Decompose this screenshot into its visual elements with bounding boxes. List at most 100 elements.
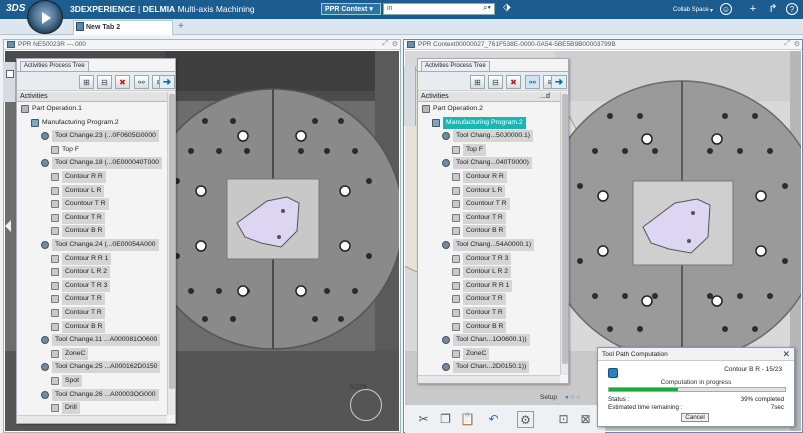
- share-icon[interactable]: ↱: [766, 2, 780, 16]
- user-avatar-icon[interactable]: ☺: [720, 3, 732, 15]
- tree-row[interactable]: Tool Change.25 ...A000162D0150: [17, 361, 167, 374]
- right-tree-column-header[interactable]: Activities: [418, 92, 528, 102]
- tree-row[interactable]: Contour R R 1: [418, 279, 560, 292]
- tree-row[interactable]: ZoneC: [418, 347, 560, 360]
- tree-row[interactable]: Manufacturing Program.2: [17, 117, 167, 129]
- right-panel-tab[interactable]: Activities Process Tree: [421, 61, 490, 71]
- tree-row[interactable]: Contour T R: [17, 211, 167, 224]
- undo-icon[interactable]: ↶: [485, 411, 502, 428]
- tag-icon[interactable]: ⬗: [503, 2, 515, 16]
- tree-row[interactable]: Countour T R: [17, 198, 167, 211]
- tree-row[interactable]: Part Operation.2: [418, 103, 560, 115]
- maximize-icon[interactable]: ⤢: [784, 40, 790, 48]
- tree-row[interactable]: Contour T R: [17, 307, 167, 319]
- tree-row[interactable]: Part Operation.1: [17, 103, 167, 115]
- tree-row[interactable]: Top F: [418, 143, 560, 156]
- tool-change-icon: [442, 336, 450, 345]
- tree-row[interactable]: Spot: [17, 375, 167, 387]
- right-tree-vscroll[interactable]: [560, 92, 568, 375]
- scroll-thumb[interactable]: [169, 94, 175, 389]
- filter-icon[interactable]: ⚯: [134, 75, 149, 89]
- tree-row[interactable]: Tool Chang...50J0000.1): [418, 130, 560, 143]
- search-icon[interactable]: ⌕▾: [483, 3, 495, 15]
- tree-row[interactable]: Tool Change.24 (...0E00054A000: [17, 239, 167, 251]
- tree-row[interactable]: Contour B R: [17, 320, 167, 333]
- tree-row[interactable]: Contour T R 3: [17, 279, 167, 292]
- tree-row[interactable]: Tool Change.26 ...A00003OG000: [17, 388, 167, 401]
- left-tree-hscroll[interactable]: [17, 415, 167, 423]
- tree-row[interactable]: Tool Change.23 (...0F0605G0000: [17, 130, 167, 143]
- tree-row[interactable]: Manufacturing Program.2: [418, 116, 560, 129]
- tree-row[interactable]: Tool Chang...040T0000): [418, 157, 560, 170]
- tree-row[interactable]: Tool Change.18 (...0E000040T000: [17, 157, 167, 170]
- tree-toggle-icon[interactable]: [6, 70, 14, 78]
- arrow-right-icon[interactable]: ➜: [159, 75, 175, 89]
- left-panel-tab[interactable]: Activities Process Tree: [20, 61, 89, 71]
- scroll-thumb[interactable]: [562, 94, 568, 364]
- help-icon[interactable]: ?: [786, 3, 798, 15]
- maximize-icon[interactable]: ⤢: [382, 40, 388, 48]
- tree-row[interactable]: Tool Chang...54A0000.1): [418, 239, 560, 251]
- tree-row[interactable]: Tool Chan...2D0150.1)): [418, 361, 560, 374]
- left-activity-tree[interactable]: Part Operation.1 Manufacturing Program.2 T…: [17, 103, 167, 415]
- tree-row[interactable]: Contour T R: [418, 293, 560, 306]
- tree-row[interactable]: Contour R R: [17, 171, 167, 183]
- add-icon[interactable]: +: [746, 2, 760, 16]
- tree-row[interactable]: Contour B R: [17, 225, 167, 238]
- tree-row[interactable]: Contour T R: [418, 211, 560, 224]
- insert-operation-icon[interactable]: ⊞: [79, 75, 94, 89]
- tree-row[interactable]: ZoneC: [17, 347, 167, 360]
- delete-icon[interactable]: ✖: [115, 75, 130, 89]
- copy-icon[interactable]: ❐: [437, 411, 454, 428]
- right-activity-tree[interactable]: Part Operation.2 Manufacturing Program.2 T…: [418, 103, 560, 375]
- tree-row[interactable]: Countour T R: [418, 198, 560, 211]
- paste-icon[interactable]: 📋: [459, 411, 476, 428]
- insert-operation-icon[interactable]: ⊞: [470, 75, 485, 89]
- tree-row[interactable]: Contour L R: [17, 184, 167, 197]
- right-tree-column-header-2[interactable]: ...d: [528, 92, 562, 102]
- tree-row[interactable]: Top F: [17, 144, 167, 156]
- simulate-icon[interactable]: ⊡: [555, 411, 572, 428]
- filter-icon[interactable]: ⚯: [525, 75, 540, 89]
- cancel-button[interactable]: Cancel: [681, 413, 709, 422]
- tree-row-label: Tool Change.26 ...A00003OG000: [52, 388, 159, 401]
- tree-row[interactable]: Contour T R 3: [418, 252, 560, 265]
- tree-row[interactable]: Tool Change.11 ...A000081O0600: [17, 334, 167, 347]
- tree-row[interactable]: Contour T R: [17, 293, 167, 306]
- tree-row[interactable]: Contour B R: [418, 320, 560, 333]
- pager-dots-icon[interactable]: ● ○ ○: [565, 394, 580, 401]
- analysis-icon[interactable]: ⊠: [577, 411, 594, 428]
- context-dropdown[interactable]: PPR Context ▾: [321, 3, 381, 15]
- tree-row[interactable]: Contour B R: [418, 225, 560, 238]
- collab-space-selector[interactable]: Collab Space: [673, 7, 709, 13]
- cut-icon[interactable]: ✂: [415, 411, 432, 428]
- settings-icon[interactable]: ⚙: [794, 40, 800, 48]
- add-tab-icon[interactable]: +: [178, 21, 188, 33]
- ds-logo-icon[interactable]: 3DS: [6, 3, 25, 16]
- close-icon[interactable]: ✕: [782, 349, 790, 360]
- tree-row[interactable]: Contour R R 1: [17, 252, 167, 265]
- insert-tool-icon[interactable]: ⊟: [488, 75, 503, 89]
- setup-section-tab[interactable]: Setup ● ○ ○: [540, 394, 600, 404]
- delete-icon[interactable]: ✖: [506, 75, 521, 89]
- search-input[interactable]: in: [383, 3, 495, 15]
- chevron-down-icon[interactable]: ▾: [710, 7, 713, 14]
- right-tree-hscroll[interactable]: [418, 375, 560, 383]
- settings-icon[interactable]: ⚙: [392, 40, 398, 48]
- left-tree-vscroll[interactable]: [167, 92, 175, 415]
- tree-row[interactable]: Tool Chan...1O0600.1)): [418, 334, 560, 347]
- compute-toolpath-icon[interactable]: ⚙: [517, 411, 534, 428]
- tree-row[interactable]: Contour T R: [418, 307, 560, 319]
- arrow-right-icon[interactable]: ➜: [551, 75, 567, 89]
- status-label: Status :: [608, 396, 630, 403]
- tree-row[interactable]: Contour R R: [418, 171, 560, 183]
- tree-row[interactable]: Contour L R 2: [418, 266, 560, 279]
- view-orientation-compass[interactable]: [350, 389, 382, 421]
- compass-icon[interactable]: [27, 0, 63, 34]
- tab-new-tab-2[interactable]: New Tab 2: [73, 20, 173, 35]
- left-tree-column-header[interactable]: Activities: [17, 92, 167, 102]
- tree-row[interactable]: Contour L R 2: [17, 266, 167, 279]
- tree-row[interactable]: Drill: [17, 402, 167, 415]
- tree-row[interactable]: Contour L R: [418, 184, 560, 197]
- insert-tool-icon[interactable]: ⊟: [97, 75, 112, 89]
